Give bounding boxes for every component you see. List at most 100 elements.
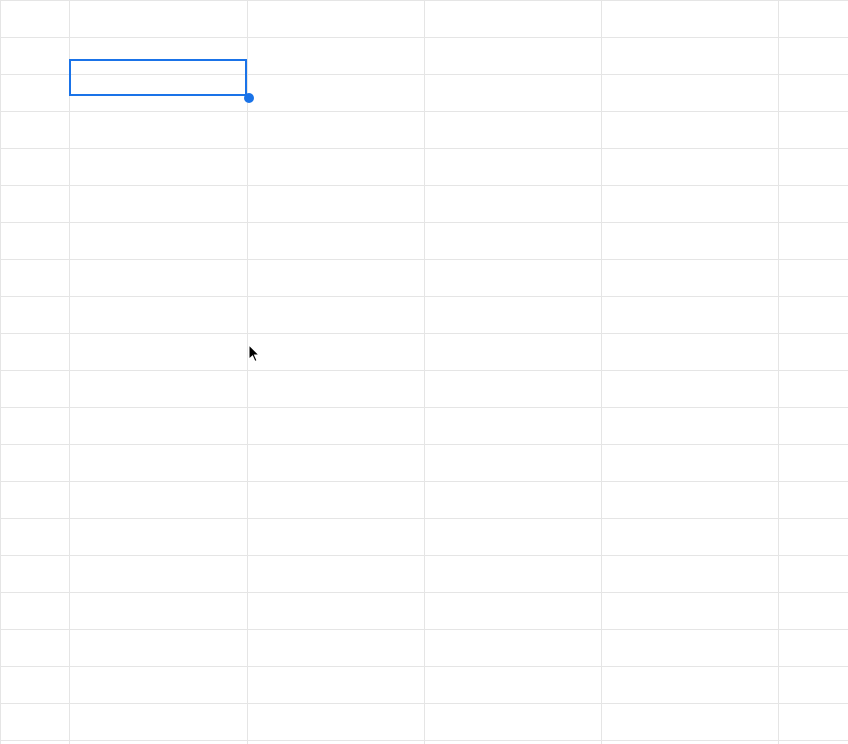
- cell[interactable]: [779, 297, 848, 334]
- cell[interactable]: [248, 445, 425, 482]
- cell[interactable]: [248, 75, 425, 112]
- cell[interactable]: [70, 445, 248, 482]
- cell[interactable]: [1, 186, 70, 223]
- cell[interactable]: [425, 223, 602, 260]
- cell[interactable]: [248, 408, 425, 445]
- cell[interactable]: [1, 297, 70, 334]
- cell[interactable]: [248, 223, 425, 260]
- cell[interactable]: [1, 38, 70, 75]
- cell[interactable]: [602, 445, 779, 482]
- cell[interactable]: [779, 1, 848, 38]
- cell[interactable]: [248, 630, 425, 667]
- cell[interactable]: [1, 112, 70, 149]
- cell[interactable]: [425, 519, 602, 556]
- cell[interactable]: [70, 297, 248, 334]
- cell[interactable]: [70, 186, 248, 223]
- cell[interactable]: [779, 482, 848, 519]
- cell[interactable]: [425, 38, 602, 75]
- cell[interactable]: [602, 75, 779, 112]
- cell[interactable]: [425, 75, 602, 112]
- cell[interactable]: [425, 1, 602, 38]
- cell[interactable]: [425, 630, 602, 667]
- cell[interactable]: [248, 593, 425, 630]
- cell[interactable]: [70, 223, 248, 260]
- cell[interactable]: [779, 38, 848, 75]
- cell[interactable]: [1, 223, 70, 260]
- cell[interactable]: [425, 445, 602, 482]
- cell[interactable]: [70, 334, 248, 371]
- cell[interactable]: [1, 75, 70, 112]
- cell[interactable]: [602, 38, 779, 75]
- cell[interactable]: [1, 704, 70, 741]
- cell[interactable]: [425, 593, 602, 630]
- cell[interactable]: [779, 408, 848, 445]
- cell[interactable]: [1, 519, 70, 556]
- cell[interactable]: [1, 630, 70, 667]
- cell[interactable]: [602, 223, 779, 260]
- cell[interactable]: [779, 519, 848, 556]
- cell[interactable]: [779, 704, 848, 741]
- cell[interactable]: [248, 519, 425, 556]
- cell[interactable]: [779, 75, 848, 112]
- cell[interactable]: [425, 704, 602, 741]
- cell[interactable]: [70, 482, 248, 519]
- cell[interactable]: [602, 519, 779, 556]
- cell[interactable]: [248, 482, 425, 519]
- cell[interactable]: [425, 482, 602, 519]
- cell[interactable]: [779, 445, 848, 482]
- cell[interactable]: [70, 408, 248, 445]
- cell[interactable]: [248, 260, 425, 297]
- cell[interactable]: [70, 149, 248, 186]
- cell[interactable]: [248, 149, 425, 186]
- cell[interactable]: [70, 593, 248, 630]
- cell[interactable]: [70, 556, 248, 593]
- cell[interactable]: [602, 593, 779, 630]
- cell[interactable]: [425, 556, 602, 593]
- cell[interactable]: [1, 556, 70, 593]
- cell[interactable]: [602, 371, 779, 408]
- cell[interactable]: [1, 482, 70, 519]
- cell[interactable]: [425, 297, 602, 334]
- cell[interactable]: [602, 260, 779, 297]
- cell[interactable]: [70, 741, 248, 744]
- cell[interactable]: [779, 593, 848, 630]
- cell[interactable]: [248, 556, 425, 593]
- cell[interactable]: [70, 519, 248, 556]
- cell[interactable]: [1, 593, 70, 630]
- cell[interactable]: [602, 408, 779, 445]
- spreadsheet-grid[interactable]: [0, 0, 848, 744]
- cell[interactable]: [602, 1, 779, 38]
- cell[interactable]: [602, 704, 779, 741]
- cell[interactable]: [425, 186, 602, 223]
- cell[interactable]: [425, 334, 602, 371]
- cell[interactable]: [602, 741, 779, 744]
- cell[interactable]: [602, 149, 779, 186]
- cell[interactable]: [1, 408, 70, 445]
- cell[interactable]: [602, 482, 779, 519]
- cell[interactable]: [1, 1, 70, 38]
- cell[interactable]: [1, 667, 70, 704]
- cell[interactable]: [779, 112, 848, 149]
- cell[interactable]: [779, 667, 848, 704]
- cell[interactable]: [779, 371, 848, 408]
- cell[interactable]: [248, 186, 425, 223]
- cell[interactable]: [1, 445, 70, 482]
- cell[interactable]: [425, 667, 602, 704]
- cell[interactable]: [248, 741, 425, 744]
- cell[interactable]: [248, 1, 425, 38]
- cell[interactable]: [602, 334, 779, 371]
- cell[interactable]: [70, 38, 248, 75]
- cell[interactable]: [779, 223, 848, 260]
- cell[interactable]: [70, 371, 248, 408]
- cell[interactable]: [602, 186, 779, 223]
- cell[interactable]: [779, 186, 848, 223]
- cell[interactable]: [779, 741, 848, 744]
- cell[interactable]: [1, 371, 70, 408]
- cell[interactable]: [248, 112, 425, 149]
- cell[interactable]: [425, 260, 602, 297]
- cell[interactable]: [248, 704, 425, 741]
- cell[interactable]: [425, 371, 602, 408]
- cell[interactable]: [70, 630, 248, 667]
- cell[interactable]: [779, 630, 848, 667]
- cell[interactable]: [425, 741, 602, 744]
